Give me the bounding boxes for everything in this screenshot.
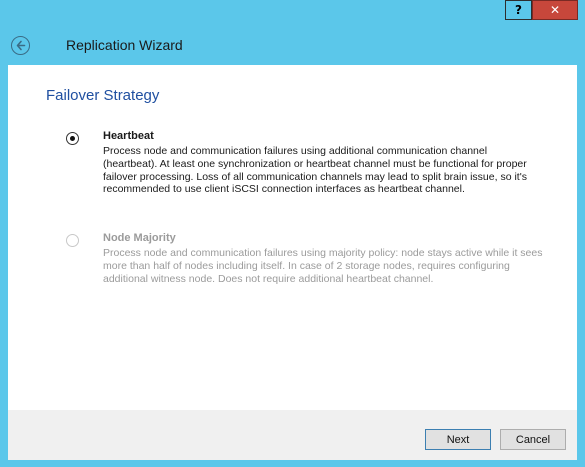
page-title: Failover Strategy [46,87,160,104]
heartbeat-label[interactable]: Heartbeat [103,130,154,142]
help-button[interactable]: ? [505,0,532,20]
wizard-content: Failover Strategy Heartbeat Process node… [8,65,577,410]
node-majority-description: Process node and communication failures … [103,247,543,285]
back-button[interactable] [11,36,30,55]
back-arrow-icon [16,40,26,51]
title-bar-controls: ? ✕ [505,0,578,21]
node-majority-radio[interactable] [66,234,79,247]
heartbeat-radio[interactable] [66,132,79,145]
close-button[interactable]: ✕ [532,0,578,20]
wizard-footer: Next Cancel [0,410,585,467]
next-button[interactable]: Next [425,429,491,450]
wizard-window: ? ✕ Replication Wizard Failover Strategy… [0,0,585,467]
node-majority-label[interactable]: Node Majority [103,232,176,244]
wizard-header: Replication Wizard [0,24,585,64]
heartbeat-description: Process node and communication failures … [103,145,527,196]
wizard-title: Replication Wizard [66,37,183,53]
cancel-button[interactable]: Cancel [500,429,566,450]
